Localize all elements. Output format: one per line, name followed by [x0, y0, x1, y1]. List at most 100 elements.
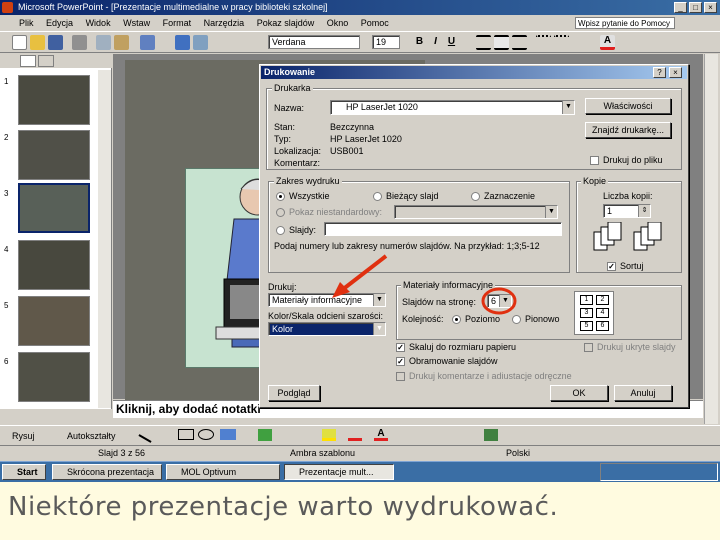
- new-document-icon[interactable]: [12, 35, 27, 50]
- range-all-label: Wszystkie: [289, 191, 330, 201]
- taskbar-item-active[interactable]: Prezentacje mult...: [284, 464, 394, 480]
- slides-range-input[interactable]: [324, 222, 562, 236]
- oval-icon[interactable]: [198, 429, 214, 440]
- menu-view[interactable]: Widok: [81, 15, 116, 31]
- menu-format[interactable]: Format: [158, 15, 197, 31]
- editor-scrollbar[interactable]: [704, 54, 718, 424]
- print-comments-checkbox[interactable]: [396, 372, 405, 381]
- copies-count-input[interactable]: 1 ⇕: [603, 204, 651, 218]
- menu-file[interactable]: Plik: [14, 15, 39, 31]
- help-button[interactable]: ?: [653, 67, 666, 78]
- insert-chart-icon[interactable]: [175, 35, 190, 50]
- spinner-icon[interactable]: ⇕: [638, 205, 650, 217]
- start-button[interactable]: Start: [2, 464, 46, 480]
- ask-question-input[interactable]: Wpisz pytanie do Pomocy: [575, 17, 675, 29]
- bold-button[interactable]: B: [412, 35, 427, 49]
- dialog-close-button[interactable]: ×: [669, 67, 682, 78]
- rectangle-icon[interactable]: [178, 429, 194, 440]
- outline-tab-icon[interactable]: [20, 55, 36, 67]
- order-horizontal-radio[interactable]: [452, 315, 461, 324]
- slide-thumbnail-5[interactable]: [18, 296, 90, 346]
- paste-icon[interactable]: [114, 35, 129, 50]
- slide-thumbnail-1[interactable]: [18, 75, 90, 125]
- slide-thumbnail-4[interactable]: [18, 240, 90, 290]
- font-color-icon[interactable]: A: [600, 35, 615, 50]
- shadow-icon[interactable]: [484, 429, 498, 441]
- taskbar-item[interactable]: MOL Optivum: [166, 464, 280, 480]
- italic-button[interactable]: I: [428, 35, 443, 49]
- order-vertical-radio[interactable]: [512, 315, 521, 324]
- color-select[interactable]: Kolor ▼: [268, 322, 386, 336]
- color-value: Kolor: [272, 324, 294, 334]
- text-color-icon[interactable]: A: [374, 429, 388, 441]
- frame-slides-checkbox[interactable]: ✓: [396, 357, 405, 366]
- custom-show-select[interactable]: ▼: [394, 205, 558, 219]
- range-all-radio[interactable]: [276, 192, 285, 201]
- hidden-slides-label: Drukuj ukryte slajdy: [597, 342, 676, 352]
- menu-slideshow[interactable]: Pokaz slajdów: [252, 15, 320, 31]
- ok-button[interactable]: OK: [550, 385, 608, 401]
- bullets-icon[interactable]: [554, 35, 569, 50]
- print-what-label: Drukuj:: [268, 282, 297, 292]
- slides-pane-scrollbar[interactable]: [98, 70, 111, 408]
- range-slides-radio[interactable]: [276, 226, 285, 235]
- handout-slot: 3: [580, 308, 593, 318]
- slides-per-page-label: Slajdów na stronę:: [402, 297, 477, 307]
- slides-tab-icon[interactable]: [38, 55, 54, 67]
- cut-icon[interactable]: [96, 35, 111, 50]
- properties-button[interactable]: Właściwości: [585, 98, 671, 114]
- language-indicator: Polski: [506, 448, 531, 458]
- align-left-icon[interactable]: [476, 35, 491, 50]
- print-comments-label: Drukuj komentarze i adiustacje odręczne: [409, 371, 572, 381]
- print-to-file-label: Drukuj do pliku: [603, 155, 663, 165]
- undo-icon[interactable]: [140, 35, 155, 50]
- align-right-icon[interactable]: [512, 35, 527, 50]
- printer-name-select[interactable]: HP LaserJet 1020 ▼: [330, 100, 575, 115]
- numbering-icon[interactable]: [536, 35, 551, 50]
- red-arrow-annotation: [332, 254, 388, 298]
- line-color-icon[interactable]: [348, 429, 362, 441]
- taskbar-item[interactable]: Skrócona prezentacja: [52, 464, 162, 480]
- maximize-button[interactable]: □: [689, 2, 702, 13]
- find-printer-button[interactable]: Znajdź drukarkę...: [585, 122, 671, 138]
- range-custom-radio[interactable]: [276, 208, 285, 217]
- scale-to-fit-checkbox[interactable]: ✓: [396, 343, 405, 352]
- minimize-button[interactable]: _: [674, 2, 687, 13]
- menu-insert[interactable]: Wstaw: [118, 15, 155, 31]
- underline-button[interactable]: U: [444, 35, 459, 49]
- font-name-select[interactable]: Verdana: [268, 35, 360, 49]
- open-folder-icon[interactable]: [30, 35, 45, 50]
- range-selection-radio[interactable]: [471, 192, 480, 201]
- design-template: Ambra szablonu: [290, 448, 356, 458]
- save-icon[interactable]: [48, 35, 63, 50]
- insert-table-icon[interactable]: [193, 35, 208, 50]
- align-center-icon[interactable]: [494, 35, 509, 50]
- slide-thumbnail-3[interactable]: [18, 183, 90, 233]
- order-label: Kolejność:: [402, 314, 444, 324]
- draw-menu[interactable]: Rysuj: [0, 431, 35, 441]
- print-to-file-checkbox[interactable]: [590, 156, 599, 165]
- menu-edit[interactable]: Edycja: [41, 15, 78, 31]
- collate-checkbox[interactable]: ✓: [607, 262, 616, 271]
- collate-label: Sortuj: [620, 261, 644, 271]
- printer-name-label: Nazwa:: [274, 103, 305, 113]
- slide-thumbnail-2[interactable]: [18, 130, 90, 180]
- clipart-icon[interactable]: [258, 429, 272, 441]
- close-button[interactable]: ×: [704, 2, 717, 13]
- slide-thumbnail-6[interactable]: [18, 352, 90, 402]
- autoshapes-menu[interactable]: Autokształty: [37, 431, 116, 441]
- menu-window[interactable]: Okno: [322, 15, 354, 31]
- range-current-radio[interactable]: [373, 192, 382, 201]
- textbox-icon[interactable]: [220, 429, 236, 440]
- slide-number: 3: [4, 189, 9, 198]
- fill-color-icon[interactable]: [322, 429, 336, 441]
- hidden-slides-checkbox[interactable]: [584, 343, 593, 352]
- cancel-button[interactable]: Anuluj: [614, 385, 672, 401]
- collate-illustration: [593, 221, 662, 251]
- menu-tools[interactable]: Narzędzia: [199, 15, 250, 31]
- font-size-select[interactable]: 19: [372, 35, 400, 49]
- print-icon[interactable]: [72, 35, 87, 50]
- preview-button[interactable]: Podgląd: [268, 385, 320, 401]
- handout-slot: 1: [580, 295, 593, 305]
- menu-help[interactable]: Pomoc: [356, 15, 394, 31]
